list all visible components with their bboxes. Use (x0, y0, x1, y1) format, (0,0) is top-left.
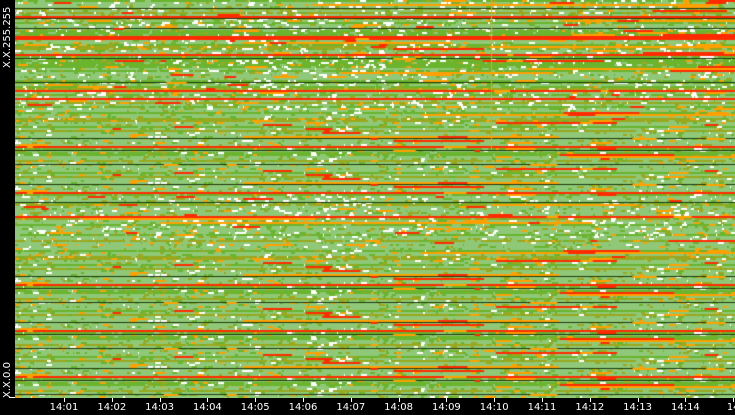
x-tick-label: 14:10 (479, 402, 509, 413)
x-tick-label: 14:14 (670, 402, 700, 413)
x-tick-label: 14:12 (575, 402, 605, 413)
x-tick-label: 14:03 (145, 402, 175, 413)
x-tick-label: 14 (726, 402, 735, 413)
x-tick-label: 14:04 (192, 402, 222, 413)
x-tick-label: 14:11 (527, 402, 557, 413)
x-tick-label: 14:06 (288, 402, 318, 413)
x-tick-label: 14:01 (49, 402, 79, 413)
x-tick-label: 14:08 (384, 402, 414, 413)
x-tick-label: 14:09 (431, 402, 461, 413)
x-tick-label: 14:05 (240, 402, 270, 413)
heatmap-canvas (15, 0, 735, 398)
x-axis: 14:01 14:02 14:03 14:04 14:05 14:06 14:07 14:08… (0, 398, 735, 415)
x-tick-label: 14:02 (97, 402, 127, 413)
x-tick-label: 14:07 (336, 402, 366, 413)
x-tick-label: 14:13 (623, 402, 653, 413)
